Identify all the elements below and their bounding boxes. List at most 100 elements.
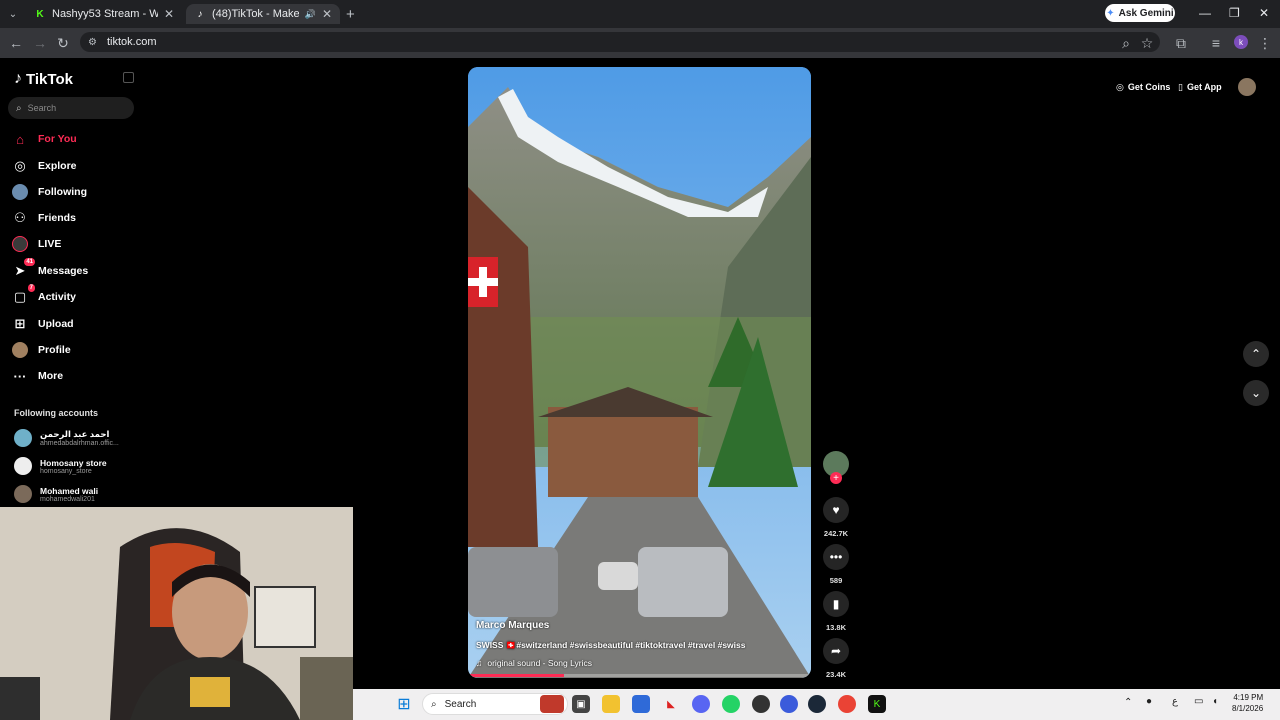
tiktok-tab-icon: ♪ xyxy=(197,8,203,20)
extensions-icon[interactable]: ⧉ xyxy=(1171,33,1191,53)
save-action[interactable]: ▮ 13.8K xyxy=(822,591,850,632)
search-icon: ⌕ xyxy=(16,102,22,114)
tab-stream[interactable]: K Nashyy53 Stream - Watch Live o ✕ xyxy=(26,4,182,24)
nav-friends[interactable]: ⚇ Friends xyxy=(12,207,76,229)
new-tab-icon[interactable]: + xyxy=(346,6,355,23)
heart-icon[interactable]: ♥ xyxy=(823,497,849,523)
tray-chevron-icon[interactable]: ⌃ xyxy=(1124,697,1132,708)
following-account[interactable]: Mohamed wali mohamedwali201 xyxy=(14,485,98,503)
tab-tiktok[interactable]: ♪ (48)TikTok - Make Your Day 🔊 ✕ xyxy=(186,4,340,24)
account-handle: homosany_store xyxy=(40,467,92,475)
live-icon xyxy=(12,236,28,252)
video-player[interactable]: Marco Marques SWISS 🇨🇭#switzerland #swis… xyxy=(468,67,811,678)
video-progress-track[interactable] xyxy=(468,674,811,677)
ask-gemini-button[interactable]: ✦ Ask Gemini xyxy=(1105,4,1175,22)
video-progress-fill xyxy=(468,674,565,677)
clock-time: 4:19 PM xyxy=(1233,693,1264,702)
video-author[interactable]: Marco Marques xyxy=(476,620,549,631)
tab-close-icon[interactable]: ✕ xyxy=(322,7,332,21)
following-account[interactable]: احمد عبد الرحمن ahmedabdalrhman.offic... xyxy=(14,429,119,447)
nav-label: For You xyxy=(38,133,77,145)
windows-start-icon[interactable]: ⊞ xyxy=(395,695,413,713)
back-icon[interactable]: ← xyxy=(6,33,26,53)
app-k-icon[interactable]: K xyxy=(868,695,886,713)
comment-action[interactable]: ••• 589 xyxy=(822,544,850,585)
streamer-webcam-image xyxy=(0,507,353,720)
language-indicator[interactable]: ع xyxy=(1172,696,1178,707)
comment-count: 589 xyxy=(829,576,843,585)
following-account[interactable]: Homosany store homosany_store xyxy=(14,457,107,475)
following-avatar-icon xyxy=(12,184,28,200)
media-control-icon[interactable]: ≡ xyxy=(1206,33,1226,53)
previous-video-button[interactable]: ⌃ xyxy=(1243,341,1269,367)
user-avatar[interactable] xyxy=(1238,78,1256,96)
account-handle: ahmedabdalrhman.offic... xyxy=(40,440,119,447)
nav-following[interactable]: Following xyxy=(12,181,87,203)
nav-upload[interactable]: ⊞ Upload xyxy=(12,313,74,335)
kick-icon: K xyxy=(36,8,44,20)
browser-menu-icon[interactable]: ⋮ xyxy=(1255,33,1275,53)
app-icon[interactable]: ◣ xyxy=(662,695,680,713)
zoom-icon[interactable]: ⌕ xyxy=(1116,33,1136,53)
chrome-icon[interactable] xyxy=(838,695,856,713)
share-action[interactable]: ➦ 23.4K xyxy=(822,638,850,679)
nav-activity[interactable]: ▢ 7 Activity xyxy=(12,284,76,308)
follow-plus-icon[interactable]: + xyxy=(830,472,842,484)
chevron-up-icon: ⌃ xyxy=(1250,347,1262,361)
video-caption: SWISS 🇨🇭#switzerland #swissbeautiful #ti… xyxy=(476,640,746,650)
tab-title: Nashyy53 Stream - Watch Live o xyxy=(52,8,158,20)
nav-messages[interactable]: ➤ 41 Messages xyxy=(12,258,88,282)
nav-live[interactable]: LIVE xyxy=(12,233,61,255)
restore-icon[interactable]: ❐ xyxy=(1229,6,1240,20)
site-info-icon[interactable]: ⚙ xyxy=(88,37,97,48)
video-sound[interactable]: ♫ original sound - Song Lyrics xyxy=(476,658,592,668)
volume-icon[interactable]: ◖ xyxy=(1212,696,1218,707)
music-note-icon: ♫ xyxy=(476,658,483,668)
nav-label: Profile xyxy=(38,344,71,356)
like-action[interactable]: ♥ 242.7K xyxy=(822,497,850,538)
avatar xyxy=(14,457,32,475)
nav-label: Explore xyxy=(38,160,77,172)
whatsapp-icon[interactable] xyxy=(722,695,740,713)
speaker-icon[interactable]: 🔊 xyxy=(305,9,316,20)
system-clock[interactable]: 4:19 PM 8/1/2026 xyxy=(1232,692,1263,714)
tiktok-logo[interactable]: ♪ TikTok xyxy=(14,70,73,88)
reload-icon[interactable]: ↻ xyxy=(53,33,73,53)
game-launcher-icon[interactable] xyxy=(780,695,798,713)
bookmark-star-icon[interactable]: ☆ xyxy=(1137,33,1157,53)
account-name: Mohamed wali xyxy=(40,485,99,496)
get-coins-button[interactable]: ◎ Get Coins xyxy=(1116,79,1170,95)
tab-search-icon[interactable]: ⌄ xyxy=(4,6,22,22)
nav-label: LIVE xyxy=(38,238,62,250)
obs-icon[interactable] xyxy=(752,695,770,713)
account-name: احمد عبد الرحمن xyxy=(40,429,110,439)
minimize-icon[interactable]: — xyxy=(1199,6,1211,20)
network-icon[interactable]: ▭ xyxy=(1194,696,1203,707)
close-window-icon[interactable]: ✕ xyxy=(1259,6,1269,20)
collapse-sidebar-icon[interactable] xyxy=(123,72,134,83)
tab-close-icon[interactable]: ✕ xyxy=(164,7,174,21)
address-bar[interactable]: ⚙ tiktok.com xyxy=(80,32,1160,52)
chevron-down-icon: ⌄ xyxy=(1250,386,1262,400)
search-placeholder: Search xyxy=(27,103,57,113)
microphone-icon[interactable]: ● xyxy=(1146,696,1152,707)
nav-profile[interactable]: Profile xyxy=(12,339,71,361)
friends-icon: ⚇ xyxy=(14,210,26,225)
comment-icon[interactable]: ••• xyxy=(823,544,849,570)
nav-for-you[interactable]: ⌂ For You xyxy=(12,128,77,150)
profile-avatar[interactable]: k xyxy=(1234,35,1248,49)
store-icon[interactable] xyxy=(632,695,650,713)
search-highlight-icon xyxy=(540,695,564,713)
bookmark-icon[interactable]: ▮ xyxy=(823,591,849,617)
nav-explore[interactable]: ◎ Explore xyxy=(12,155,77,177)
forward-icon[interactable]: → xyxy=(30,33,50,53)
discord-icon[interactable] xyxy=(692,695,710,713)
get-app-button[interactable]: ▯ Get App xyxy=(1178,79,1222,95)
file-explorer-icon[interactable] xyxy=(602,695,620,713)
task-view-icon[interactable]: ▣ xyxy=(572,695,590,713)
steam-icon[interactable] xyxy=(808,695,826,713)
search-input[interactable]: ⌕ Search xyxy=(8,97,134,119)
share-icon[interactable]: ➦ xyxy=(823,638,849,664)
nav-more[interactable]: ··· More xyxy=(12,365,64,387)
next-video-button[interactable]: ⌄ xyxy=(1243,380,1269,406)
